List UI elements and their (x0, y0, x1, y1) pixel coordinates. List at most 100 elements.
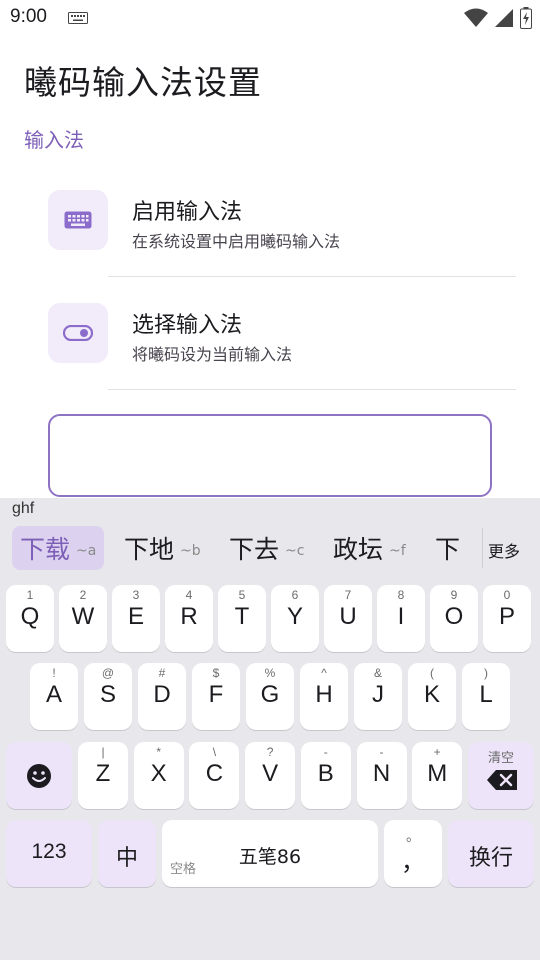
key-hint: ? (266, 745, 274, 759)
candidate-item[interactable]: 下载 ~a (12, 526, 105, 570)
key-label: L (479, 681, 493, 708)
select-ime-subtitle: 将曦码设为当前输入法 (132, 345, 293, 364)
candidate-code: ~c (285, 543, 305, 559)
key-label: J (372, 681, 384, 708)
key-w[interactable]: 2W (59, 585, 107, 652)
emoji-icon (27, 763, 51, 788)
test-text-input[interactable] (48, 414, 492, 497)
key-label: D (153, 681, 171, 708)
candidate-item[interactable]: 下 (427, 526, 468, 570)
key-y[interactable]: 6Y (271, 585, 319, 652)
key-z[interactable]: | Z (78, 742, 128, 809)
key-n[interactable]: -N (356, 742, 407, 809)
key-q[interactable]: 1Q (6, 585, 54, 652)
candidate-item[interactable]: 下地 ~b (116, 526, 209, 570)
enter-key-label: 换行 (468, 846, 513, 871)
key-r[interactable]: 4R (165, 585, 213, 652)
key-hint: 8 (397, 588, 405, 602)
key-d[interactable]: # D (138, 663, 186, 730)
numbers-key[interactable]: 123 (6, 820, 92, 887)
key-hint: \ (212, 745, 217, 759)
punctuation-key[interactable]: 。 ， (384, 820, 442, 887)
key-hint: 2 (79, 588, 87, 602)
language-key-label: 中 (115, 846, 138, 871)
key-l[interactable]: ) L (462, 663, 510, 730)
enable-ime-item[interactable]: 启用输入法 在系统设置中启用曦码输入法 (48, 190, 518, 280)
candidate-item[interactable]: 政坛 ~f (325, 526, 414, 570)
wifi-icon (464, 8, 488, 27)
keyboard-icon (64, 211, 92, 229)
enter-key[interactable]: 换行 (448, 820, 534, 887)
composing-text: ghf (12, 500, 35, 517)
key-k[interactable]: (K (408, 663, 456, 730)
key-label: F (208, 681, 224, 708)
clear-hint: 清空 (487, 750, 514, 765)
key-hint: ) (484, 666, 488, 680)
key-u[interactable]: 7U (324, 585, 372, 652)
more-candidates-button[interactable]: 更多 (488, 538, 520, 562)
key-s[interactable]: @ S (84, 663, 132, 730)
status-time: 9:00 (10, 6, 47, 27)
select-ime-item[interactable]: 选择输入法 将曦码设为当前输入法 (48, 303, 518, 393)
key-t[interactable]: 5T (218, 585, 266, 652)
key-label: M (427, 760, 448, 787)
key-hint: + (433, 745, 441, 759)
key-hint: ^ (321, 666, 327, 680)
key-label: P (498, 603, 515, 630)
signal-icon (495, 9, 513, 27)
key-e[interactable]: 3E (112, 585, 160, 652)
section-title: 输入法 (24, 128, 84, 152)
candidate-item[interactable]: 下去 ~c (221, 526, 312, 570)
key-p[interactable]: 0P (483, 585, 531, 652)
key-c[interactable]: \ C (189, 742, 240, 809)
key-hint: 4 (185, 588, 193, 602)
key-label: K (423, 681, 440, 708)
key-label: E (127, 603, 144, 630)
space-key[interactable]: 五笔86 空格 (162, 820, 378, 887)
key-hint: ! (52, 666, 56, 680)
key-h[interactable]: ^ H (300, 663, 348, 730)
key-label: B (317, 760, 334, 787)
key-label: X (150, 760, 167, 787)
candidate-word: 下载 (20, 535, 71, 564)
key-hint: 0 (503, 588, 511, 602)
key-f[interactable]: $ F (192, 663, 240, 730)
language-switch-key[interactable]: 中 (98, 820, 156, 887)
key-hint: 3 (132, 588, 140, 602)
candidate-code: ~a (76, 543, 97, 559)
backspace-icon (487, 770, 517, 790)
key-v[interactable]: ? V (245, 742, 296, 809)
status-bar: 9:00 (0, 0, 540, 36)
key-label: W (71, 603, 95, 630)
select-ime-title: 选择输入法 (132, 313, 243, 338)
key-hint: * (156, 745, 162, 759)
key-hint: 6 (291, 588, 299, 602)
key-hint: 7 (344, 588, 352, 602)
battery-icon (520, 7, 532, 29)
keyboard-icon-box (48, 190, 108, 250)
key-b[interactable]: -B (300, 742, 351, 809)
key-g[interactable]: % G (246, 663, 294, 730)
key-hint: - (379, 745, 384, 759)
key-o[interactable]: 9O (430, 585, 478, 652)
key-hint: @ (101, 666, 115, 680)
numbers-key-label: 123 (31, 840, 67, 863)
key-hint: 1 (26, 588, 34, 602)
candidate-word: 下 (435, 535, 461, 564)
key-label: U (339, 603, 357, 630)
key-label: A (45, 681, 62, 708)
enable-ime-title: 启用输入法 (132, 200, 243, 225)
backspace-key[interactable]: 清空 (468, 742, 534, 809)
key-i[interactable]: 8I (377, 585, 425, 652)
emoji-key[interactable] (6, 742, 72, 809)
key-hint: | (101, 745, 105, 759)
candidate-separator (482, 528, 483, 568)
key-label: T (234, 603, 250, 630)
key-x[interactable]: * X (133, 742, 184, 809)
space-key-hint: 空格 (170, 862, 197, 877)
key-j[interactable]: & J (354, 663, 402, 730)
candidate-code: ~b (180, 543, 201, 559)
key-m[interactable]: + M (412, 742, 463, 809)
key-a[interactable]: ! A (30, 663, 78, 730)
key-label: Z (95, 760, 111, 787)
